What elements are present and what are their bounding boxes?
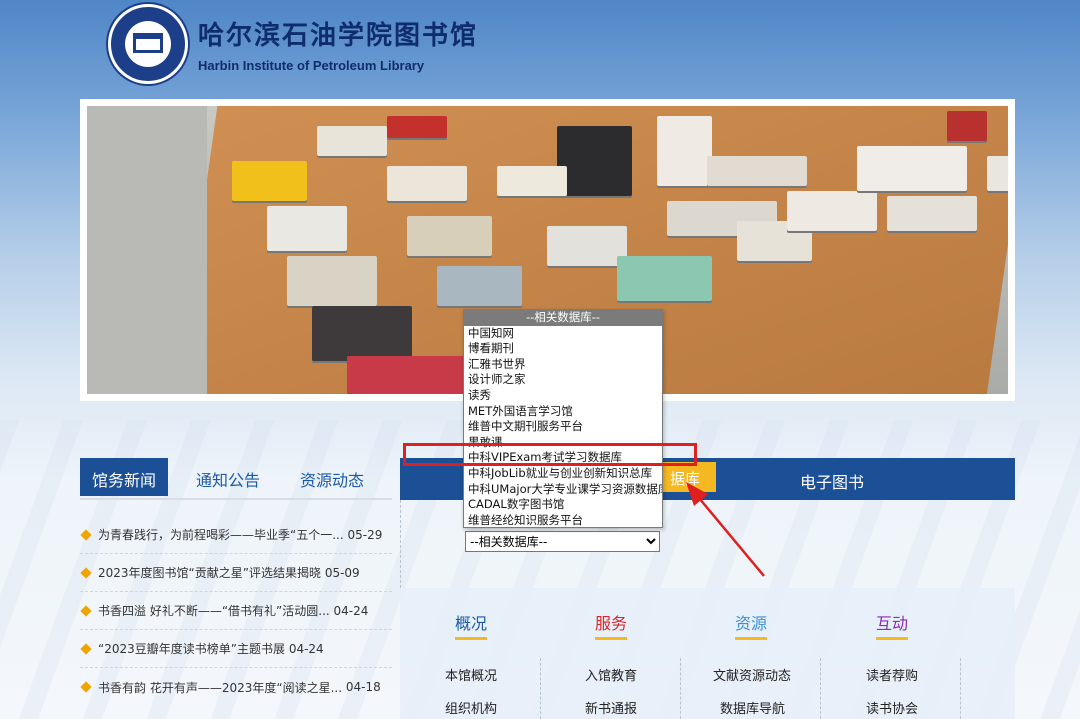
bullet-icon [80, 681, 92, 693]
news-title[interactable]: 2023年度图书馆“贡献之星”评选结果揭晓 [98, 564, 321, 581]
dropdown-option[interactable]: 维普经纶知识服务平台 [464, 513, 662, 527]
news-title[interactable]: 书香有韵 花开有声——2023年度“阅读之星... [98, 679, 342, 696]
news-date: 04-24 [333, 603, 369, 618]
news-date: 04-18 [345, 680, 381, 694]
dropdown-option[interactable]: 博看期刊 [464, 341, 662, 357]
database-dropdown-list[interactable]: --相关数据库-- 中国知网 博看期刊 汇雅书世界 设计师之家 读秀 MET外国… [463, 309, 663, 528]
news-title[interactable]: 书香四溢 好礼不断——“借书有礼”活动圆... [98, 602, 330, 619]
bullet-icon [80, 604, 92, 617]
database-select[interactable]: --相关数据库-- [465, 531, 660, 552]
dropdown-option[interactable]: --相关数据库-- [464, 310, 662, 326]
section-interaction-title[interactable]: 互动 [876, 610, 909, 640]
list-item[interactable]: 书香有韵 花开有声——2023年度“阅读之星... 04-18 [80, 668, 392, 706]
news-tabs: 馆务新闻 通知公告 资源动态 [80, 458, 392, 500]
tab-ebook[interactable]: 电子图书 [800, 469, 864, 493]
dropdown-option[interactable]: CADAL数字图书馆 [464, 497, 662, 513]
bullet-icon [80, 642, 92, 655]
dropdown-option[interactable]: 中国知网 [464, 326, 662, 342]
divider [540, 658, 541, 719]
logo-text: 哈尔滨石油学院图书馆 Harbin Institute of Petroleum… [198, 15, 478, 73]
link-reading-club[interactable]: 读书协会 [866, 698, 918, 717]
news-date: 05-09 [324, 565, 360, 580]
dropdown-option[interactable]: 中科UMajor大学专业课学习资源数据库 [464, 482, 662, 498]
list-item[interactable]: “2023豆瓣年度读书榜单”主题书展 04-24 [80, 630, 392, 668]
logo-title-cn: 哈尔滨石油学院图书馆 [198, 21, 479, 51]
dropdown-option[interactable]: 中科JobLib就业与创业创新知识总库 [464, 466, 662, 482]
link-library-overview[interactable]: 本馆概况 [445, 665, 497, 684]
highlight-annotation [403, 443, 697, 466]
tab-resources[interactable]: 资源动态 [288, 458, 376, 496]
dropdown-option[interactable]: 汇雅书世界 [464, 357, 662, 373]
bullet-icon [80, 566, 92, 579]
dropdown-option[interactable]: 读秀 [464, 388, 662, 404]
section-resource-title[interactable]: 资源 [735, 610, 768, 640]
link-resource-news[interactable]: 文献资源动态 [713, 665, 791, 684]
section-service-title[interactable]: 服务 [595, 610, 628, 640]
news-title[interactable]: 为青春践行，为前程喝彩——毕业季“五个一... [98, 526, 344, 543]
link-orientation[interactable]: 入馆教育 [585, 665, 637, 684]
news-date: 05-29 [347, 527, 383, 542]
services-panel: 概况 服务 资源 互动 本馆概况 组织机构 入馆教育 新书通报 文献资源动态 数… [400, 588, 1015, 719]
list-item[interactable]: 2023年度图书馆“贡献之星”评选结果揭晓 05-09 [80, 554, 392, 592]
library-seal-logo[interactable] [108, 4, 188, 84]
link-book-recommend[interactable]: 读者荐购 [866, 665, 918, 684]
link-organization[interactable]: 组织机构 [445, 698, 497, 717]
logo-title-en: Harbin Institute of Petroleum Library [198, 58, 425, 73]
section-overview-title[interactable]: 概况 [455, 610, 488, 640]
link-database-nav[interactable]: 数据库导航 [720, 698, 785, 717]
list-item[interactable]: 书香四溢 好礼不断——“借书有礼”活动圆... 04-24 [80, 592, 392, 630]
annotation-arrow-icon [686, 482, 765, 577]
dropdown-option[interactable]: 设计师之家 [464, 372, 662, 388]
news-title[interactable]: “2023豆瓣年度读书榜单”主题书展 [98, 640, 285, 657]
news-list: 为青春践行，为前程喝彩——毕业季“五个一... 05-29 2023年度图书馆“… [80, 516, 392, 706]
site-header: 哈尔滨石油学院图书馆 Harbin Institute of Petroleum… [108, 4, 478, 84]
dropdown-option[interactable]: 维普中文期刊服务平台 [464, 419, 662, 435]
tab-notices[interactable]: 通知公告 [184, 458, 272, 496]
divider [820, 658, 821, 719]
dropdown-option[interactable]: MET外国语言学习馆 [464, 404, 662, 420]
list-item[interactable]: 为青春践行，为前程喝彩——毕业季“五个一... 05-29 [80, 516, 392, 554]
divider [400, 500, 401, 588]
divider [960, 658, 961, 719]
news-date: 04-24 [288, 641, 324, 656]
divider [680, 658, 681, 719]
bullet-icon [80, 528, 92, 541]
link-new-books[interactable]: 新书通报 [585, 698, 637, 717]
tab-news[interactable]: 馆务新闻 [80, 458, 169, 496]
